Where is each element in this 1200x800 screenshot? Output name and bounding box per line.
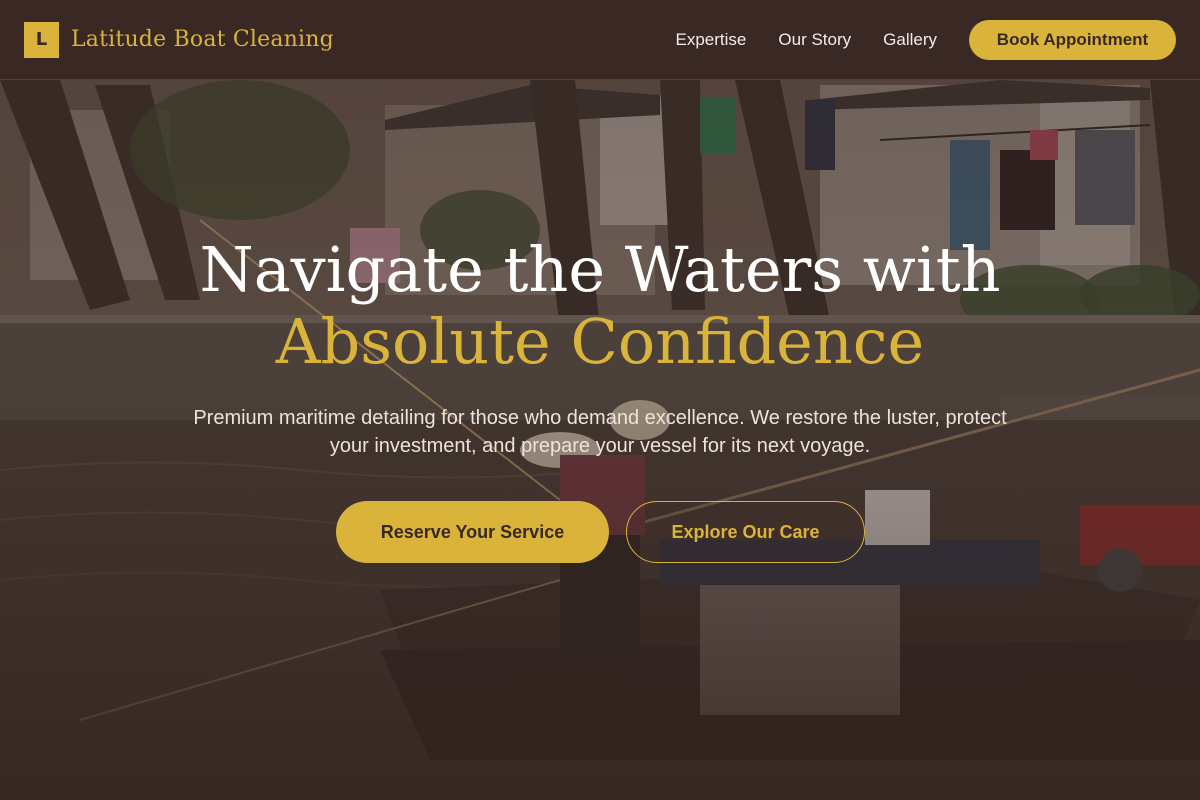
brand-logo-link[interactable]: L Latitude Boat Cleaning [24, 21, 334, 58]
explore-care-button[interactable]: Explore Our Care [626, 501, 865, 563]
hero-actions: Reserve Your Service Explore Our Care [336, 501, 865, 563]
hero-title: Navigate the Waters with Absolute Confid… [0, 234, 1200, 378]
site-header: L Latitude Boat Cleaning Expertise Our S… [0, 0, 1200, 80]
nav-link-gallery[interactable]: Gallery [883, 30, 937, 50]
nav-link-our-story[interactable]: Our Story [778, 30, 851, 50]
reserve-service-button[interactable]: Reserve Your Service [336, 501, 609, 563]
nav-link-expertise[interactable]: Expertise [676, 30, 747, 50]
book-appointment-button[interactable]: Book Appointment [969, 19, 1176, 60]
hero-title-line-2: Absolute Confidence [275, 305, 925, 378]
hero-section: Navigate the Waters with Absolute Confid… [0, 80, 1200, 800]
brand-name: Latitude Boat Cleaning [71, 27, 334, 52]
main-nav: Expertise Our Story Gallery Book Appoint… [676, 19, 1176, 60]
hero-title-line-1: Navigate the Waters with [199, 233, 1001, 306]
hero-subtitle: Premium maritime detailing for those who… [193, 407, 1007, 457]
brand-logo-icon: L [24, 21, 59, 58]
